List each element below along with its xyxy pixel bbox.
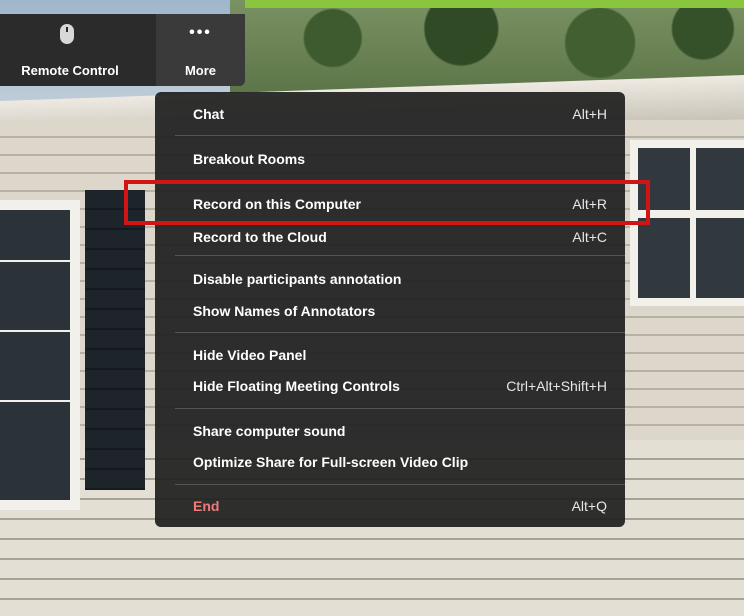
menu-item-show-names-of-annotators[interactable]: Show Names of Annotators bbox=[193, 299, 607, 323]
more-dropdown-menu: Chat Alt+H Breakout Rooms Record on this… bbox=[155, 92, 625, 527]
window-pane-divider bbox=[0, 260, 70, 262]
house-window-left bbox=[0, 200, 80, 510]
menu-item-chat[interactable]: Chat Alt+H bbox=[193, 102, 607, 126]
menu-separator bbox=[175, 484, 625, 485]
remote-control-label: Remote Control bbox=[21, 63, 119, 78]
menu-item-share-computer-sound[interactable]: Share computer sound bbox=[193, 419, 607, 443]
menu-item-label: Optimize Share for Full-screen Video Cli… bbox=[193, 454, 469, 470]
menu-item-label: End bbox=[193, 498, 220, 514]
menu-separator bbox=[175, 255, 625, 256]
menu-item-hide-floating-meeting-controls[interactable]: Hide Floating Meeting Controls Ctrl+Alt+… bbox=[193, 374, 607, 398]
window-pane-divider bbox=[0, 400, 70, 402]
more-dots-icon: ••• bbox=[189, 24, 212, 41]
mouse-icon bbox=[60, 24, 74, 44]
window-pane-divider bbox=[690, 148, 696, 298]
menu-item-label: Record to the Cloud bbox=[193, 229, 327, 245]
remote-control-button[interactable]: Remote Control bbox=[0, 14, 140, 86]
menu-item-shortcut: Alt+C bbox=[572, 229, 607, 245]
menu-item-label: Chat bbox=[193, 106, 225, 122]
menu-item-shortcut: Alt+H bbox=[572, 106, 607, 122]
menu-separator bbox=[175, 408, 625, 409]
menu-item-disable-participants-annotation[interactable]: Disable participants annotation bbox=[193, 267, 607, 291]
house-shutter bbox=[85, 190, 145, 490]
menu-item-hide-video-panel[interactable]: Hide Video Panel bbox=[193, 343, 607, 367]
menu-item-shortcut: Ctrl+Alt+Shift+H bbox=[506, 378, 607, 394]
menu-item-end[interactable]: End Alt+Q bbox=[193, 494, 607, 518]
menu-item-label: Share computer sound bbox=[193, 423, 346, 439]
menu-item-label: Breakout Rooms bbox=[193, 151, 306, 167]
more-button[interactable]: ••• More bbox=[156, 14, 245, 86]
menu-item-shortcut: Alt+Q bbox=[571, 498, 607, 514]
menu-separator bbox=[175, 332, 625, 333]
meeting-toolbar: Remote Control ••• More bbox=[0, 14, 245, 86]
menu-item-breakout-rooms[interactable]: Breakout Rooms bbox=[193, 147, 607, 171]
menu-separator bbox=[175, 135, 625, 136]
more-label: More bbox=[184, 63, 217, 78]
menu-item-label: Show Names of Annotators bbox=[193, 303, 376, 319]
menu-item-record-to-the-cloud[interactable]: Record to the Cloud Alt+C bbox=[193, 225, 607, 249]
window-pane-divider bbox=[0, 330, 70, 332]
menu-item-label: Hide Floating Meeting Controls bbox=[193, 378, 400, 394]
menu-item-label: Hide Video Panel bbox=[193, 347, 307, 363]
highlight-annotation-box bbox=[124, 180, 650, 225]
menu-item-optimize-share-video-clip[interactable]: Optimize Share for Full-screen Video Cli… bbox=[193, 450, 607, 474]
menu-item-label: Disable participants annotation bbox=[193, 271, 402, 287]
screen-share-indicator-bar bbox=[245, 0, 744, 8]
